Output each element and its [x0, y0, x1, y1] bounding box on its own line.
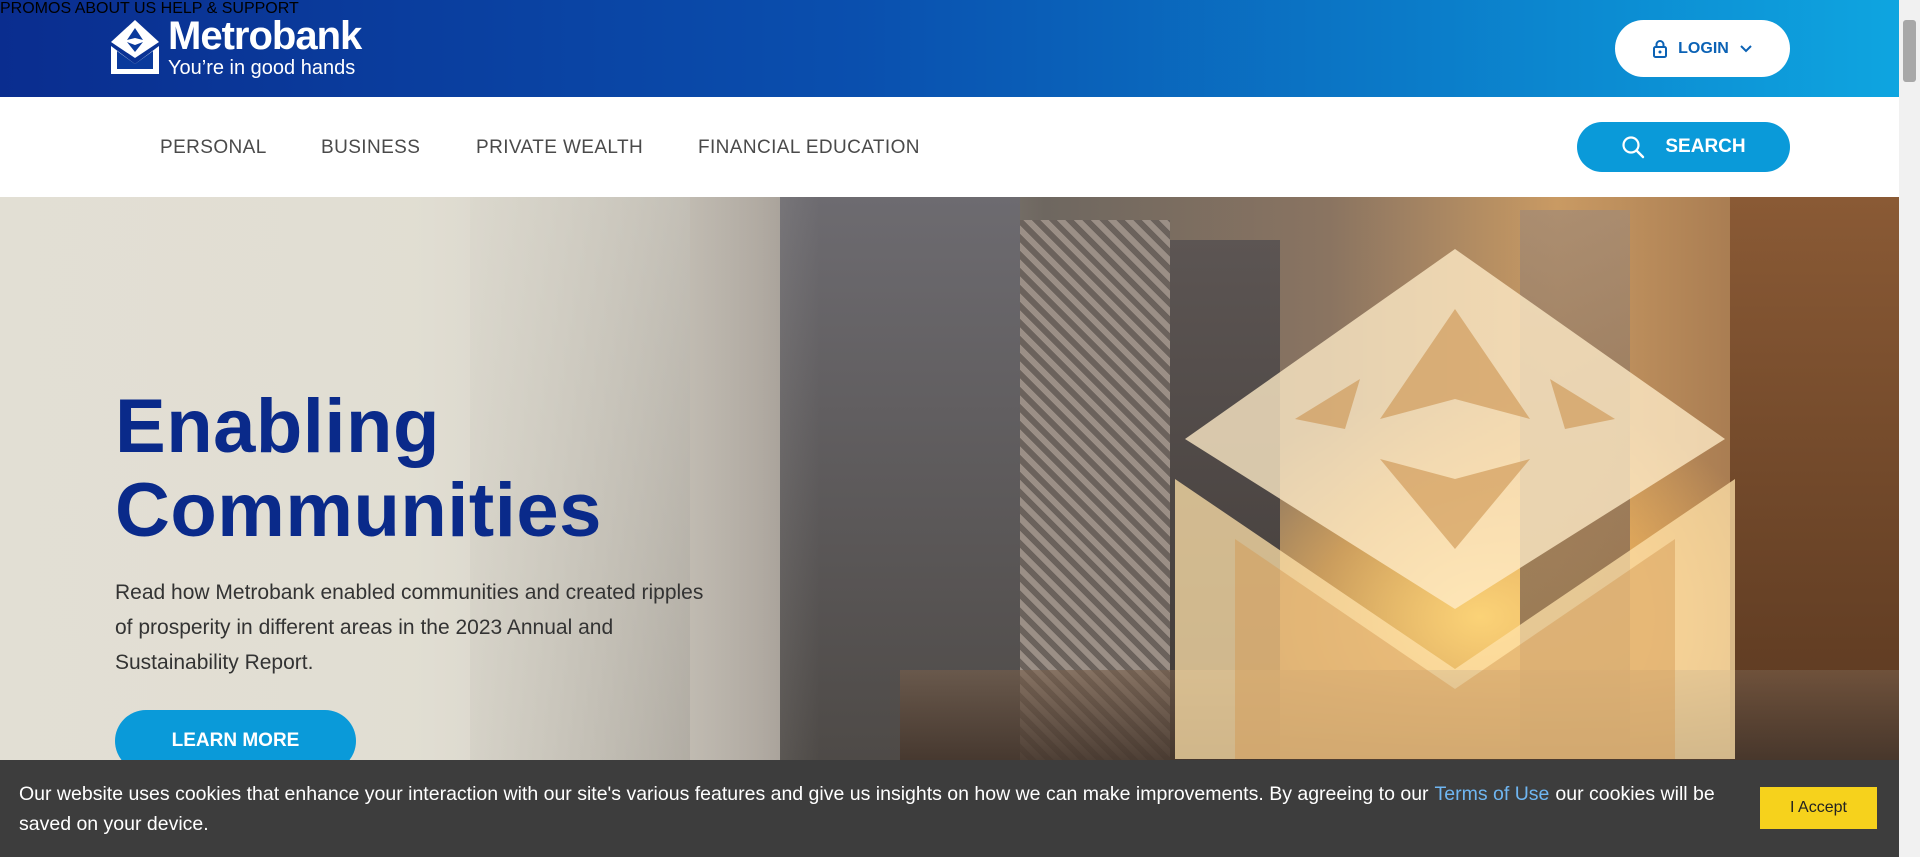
search-label: SEARCH [1665, 136, 1746, 157]
cookie-message: Our website uses cookies that enhance yo… [19, 779, 1719, 839]
brand-tagline: You’re in good hands [168, 57, 356, 79]
nav-private-wealth[interactable]: PRIVATE WEALTH [476, 137, 643, 159]
secondary-nav: PERSONAL BUSINESS PRIVATE WEALTH FINANCI… [0, 97, 1899, 197]
cookie-banner: Our website uses cookies that enhance yo… [0, 760, 1899, 857]
hero-title-line-1: Enabling [115, 384, 440, 469]
nav-promos[interactable]: PROMOS [0, 0, 71, 17]
hero-description: Read how Metrobank enabled communities a… [115, 581, 704, 674]
login-button[interactable]: LOGIN [1615, 20, 1790, 77]
top-header: Metrobank You’re in good hands PROMOS AB… [0, 0, 1899, 97]
learn-more-button[interactable]: LEARN MORE [115, 710, 356, 760]
chevron-down-icon [1740, 44, 1752, 52]
nav-financial-education[interactable]: FINANCIAL EDUCATION [698, 137, 920, 159]
brand-name: Metrobank [168, 14, 362, 58]
metrobank-logo-icon [111, 20, 159, 74]
search-button[interactable]: SEARCH [1577, 122, 1790, 172]
hero-title: Enabling Communities [115, 385, 815, 553]
hero-banner: Enabling Communities Read how Metrobank … [0, 197, 1899, 760]
accept-cookies-button[interactable]: I Accept [1760, 787, 1877, 829]
nav-business[interactable]: BUSINESS [321, 137, 420, 159]
nav-personal[interactable]: PERSONAL [160, 137, 267, 159]
terms-of-use-link[interactable]: Terms of Use [1435, 783, 1550, 805]
page-scrollbar[interactable] [1899, 0, 1920, 857]
login-label: LOGIN [1678, 39, 1729, 57]
metrobank-logo[interactable]: Metrobank You’re in good hands [108, 14, 362, 79]
cookie-text-before: Our website uses cookies that enhance yo… [19, 783, 1429, 805]
hero-title-line-2: Communities [115, 468, 602, 553]
metrobank-emblem-icon [1175, 249, 1735, 759]
search-icon [1622, 136, 1645, 159]
scrollbar-thumb[interactable] [1903, 20, 1916, 82]
lock-icon [1653, 39, 1668, 58]
nav-about-us[interactable]: ABOUT US [75, 0, 157, 17]
